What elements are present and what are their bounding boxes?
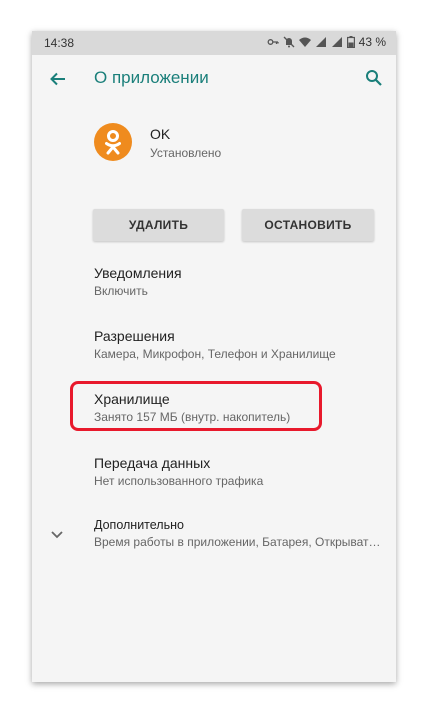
chevron-down-icon[interactable] bbox=[50, 527, 64, 539]
settings-item-advanced[interactable]: Дополнительно Время работы в приложении,… bbox=[94, 518, 389, 549]
wifi-icon bbox=[298, 36, 311, 48]
settings-item-data-usage[interactable]: Передача данных Нет использованного траф… bbox=[94, 455, 389, 488]
settings-item-notifications[interactable]: Уведомления Включить bbox=[94, 265, 389, 298]
item-subtitle: Камера, Микрофон, Телефон и Хранилище bbox=[94, 347, 336, 361]
ok-app-icon bbox=[94, 123, 132, 161]
item-title: Уведомления bbox=[94, 265, 182, 281]
uninstall-button[interactable]: УДАЛИТЬ bbox=[93, 209, 224, 241]
mute-icon bbox=[283, 36, 295, 48]
item-subtitle: Включить bbox=[94, 284, 148, 298]
battery-icon bbox=[346, 36, 355, 48]
battery-percent: 43 % bbox=[358, 35, 386, 49]
back-arrow-icon[interactable] bbox=[48, 69, 68, 89]
status-time: 14:38 bbox=[44, 36, 75, 50]
search-icon[interactable] bbox=[364, 68, 384, 88]
item-title: Разрешения bbox=[94, 328, 175, 344]
item-subtitle: Занято 157 МБ (внутр. накопитель) bbox=[94, 410, 291, 424]
key-icon bbox=[267, 36, 279, 48]
item-title: Дополнительно bbox=[94, 518, 184, 532]
signal-icon bbox=[315, 36, 327, 48]
phone-screen: 14:38 43 % О приложении OK Установлено У… bbox=[32, 31, 396, 682]
settings-item-permissions[interactable]: Разрешения Камера, Микрофон, Телефон и Х… bbox=[94, 328, 389, 361]
page-title: О приложении bbox=[94, 68, 209, 87]
item-title: Передача данных bbox=[94, 455, 211, 471]
app-header: OK Установлено bbox=[32, 119, 396, 169]
app-name: OK bbox=[150, 126, 171, 142]
app-bar: О приложении bbox=[32, 55, 396, 105]
item-subtitle: Время работы в приложении, Батарея, Откр… bbox=[94, 535, 381, 549]
signal-icon bbox=[331, 36, 343, 48]
status-bar: 14:38 43 % bbox=[32, 31, 396, 55]
status-icons: 43 % bbox=[267, 35, 386, 49]
app-install-status: Установлено bbox=[150, 146, 222, 160]
settings-item-storage[interactable]: Хранилище Занято 157 МБ (внутр. накопите… bbox=[94, 391, 389, 424]
force-stop-button[interactable]: ОСТАНОВИТЬ bbox=[242, 209, 374, 241]
item-subtitle: Нет использованного трафика bbox=[94, 474, 264, 488]
item-title: Хранилище bbox=[94, 391, 170, 407]
